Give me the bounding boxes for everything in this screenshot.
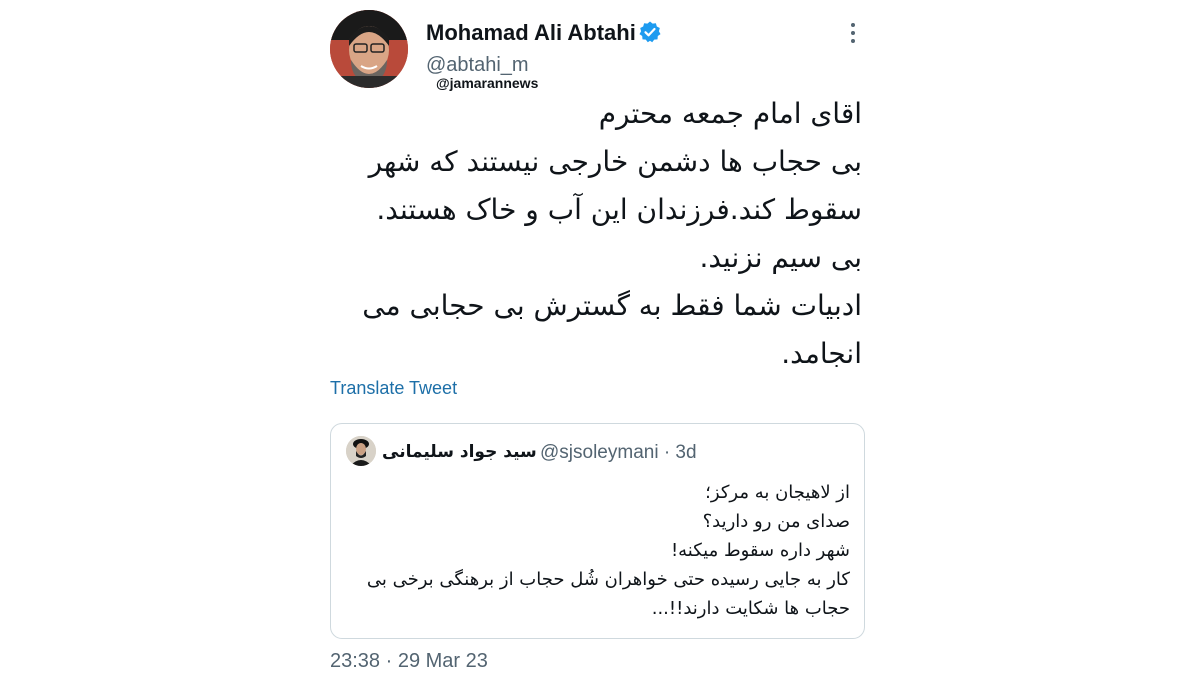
quoted-line: صدای من رو دارید؟ <box>702 511 850 532</box>
more-options-icon[interactable] <box>846 20 860 46</box>
tweet-line: بی حجاب ها دشمن خارجی نیستند که شهر <box>368 145 862 178</box>
tweet-line: بی سیم نزنید. <box>699 241 862 274</box>
tweet-line: اقای امام جمعه محترم <box>598 97 862 130</box>
translate-tweet-link[interactable]: Translate Tweet <box>330 378 457 399</box>
quoted-line: شهر داره سقوط میکنه! <box>670 540 850 561</box>
watermark-text: @jamarannews <box>436 75 539 91</box>
avatar-image <box>330 10 408 88</box>
quoted-author-name[interactable]: سید جواد سلیمانی <box>382 442 537 462</box>
quoted-line: از لاهیجان به مرکز؛ <box>705 482 850 503</box>
verified-badge-icon <box>639 21 661 43</box>
quoted-line: حجاب ها شکایت دارند!!... <box>651 598 850 619</box>
author-avatar[interactable] <box>330 10 408 88</box>
tweet-line: سقوط کند.فرزندان این آب و خاک هستند. <box>376 193 862 226</box>
quoted-avatar-image <box>346 436 376 466</box>
quoted-line: کار به جایی رسیده حتی خواهران شُل حجاب ا… <box>366 569 850 590</box>
quoted-author-avatar[interactable] <box>346 436 376 466</box>
tweet-line: انجامد. <box>781 337 862 370</box>
quoted-tweet-text: از لاهیجان به مرکز؛ صدای من رو دارید؟ شه… <box>350 478 850 623</box>
tweet-line: ادبیات شما فقط به گسترش بی حجابی می <box>362 289 862 322</box>
author-name[interactable]: Mohamad Ali Abtahi <box>426 20 636 46</box>
quoted-handle-time[interactable]: @sjsoleymani · 3d <box>540 442 697 464</box>
tweet-text: اقای امام جمعه محترم بی حجاب ها دشمن خار… <box>342 90 862 378</box>
tweet-timestamp[interactable]: 23:38 · 29 Mar 23 <box>330 650 488 673</box>
author-handle[interactable]: @abtahi_m <box>426 54 529 77</box>
